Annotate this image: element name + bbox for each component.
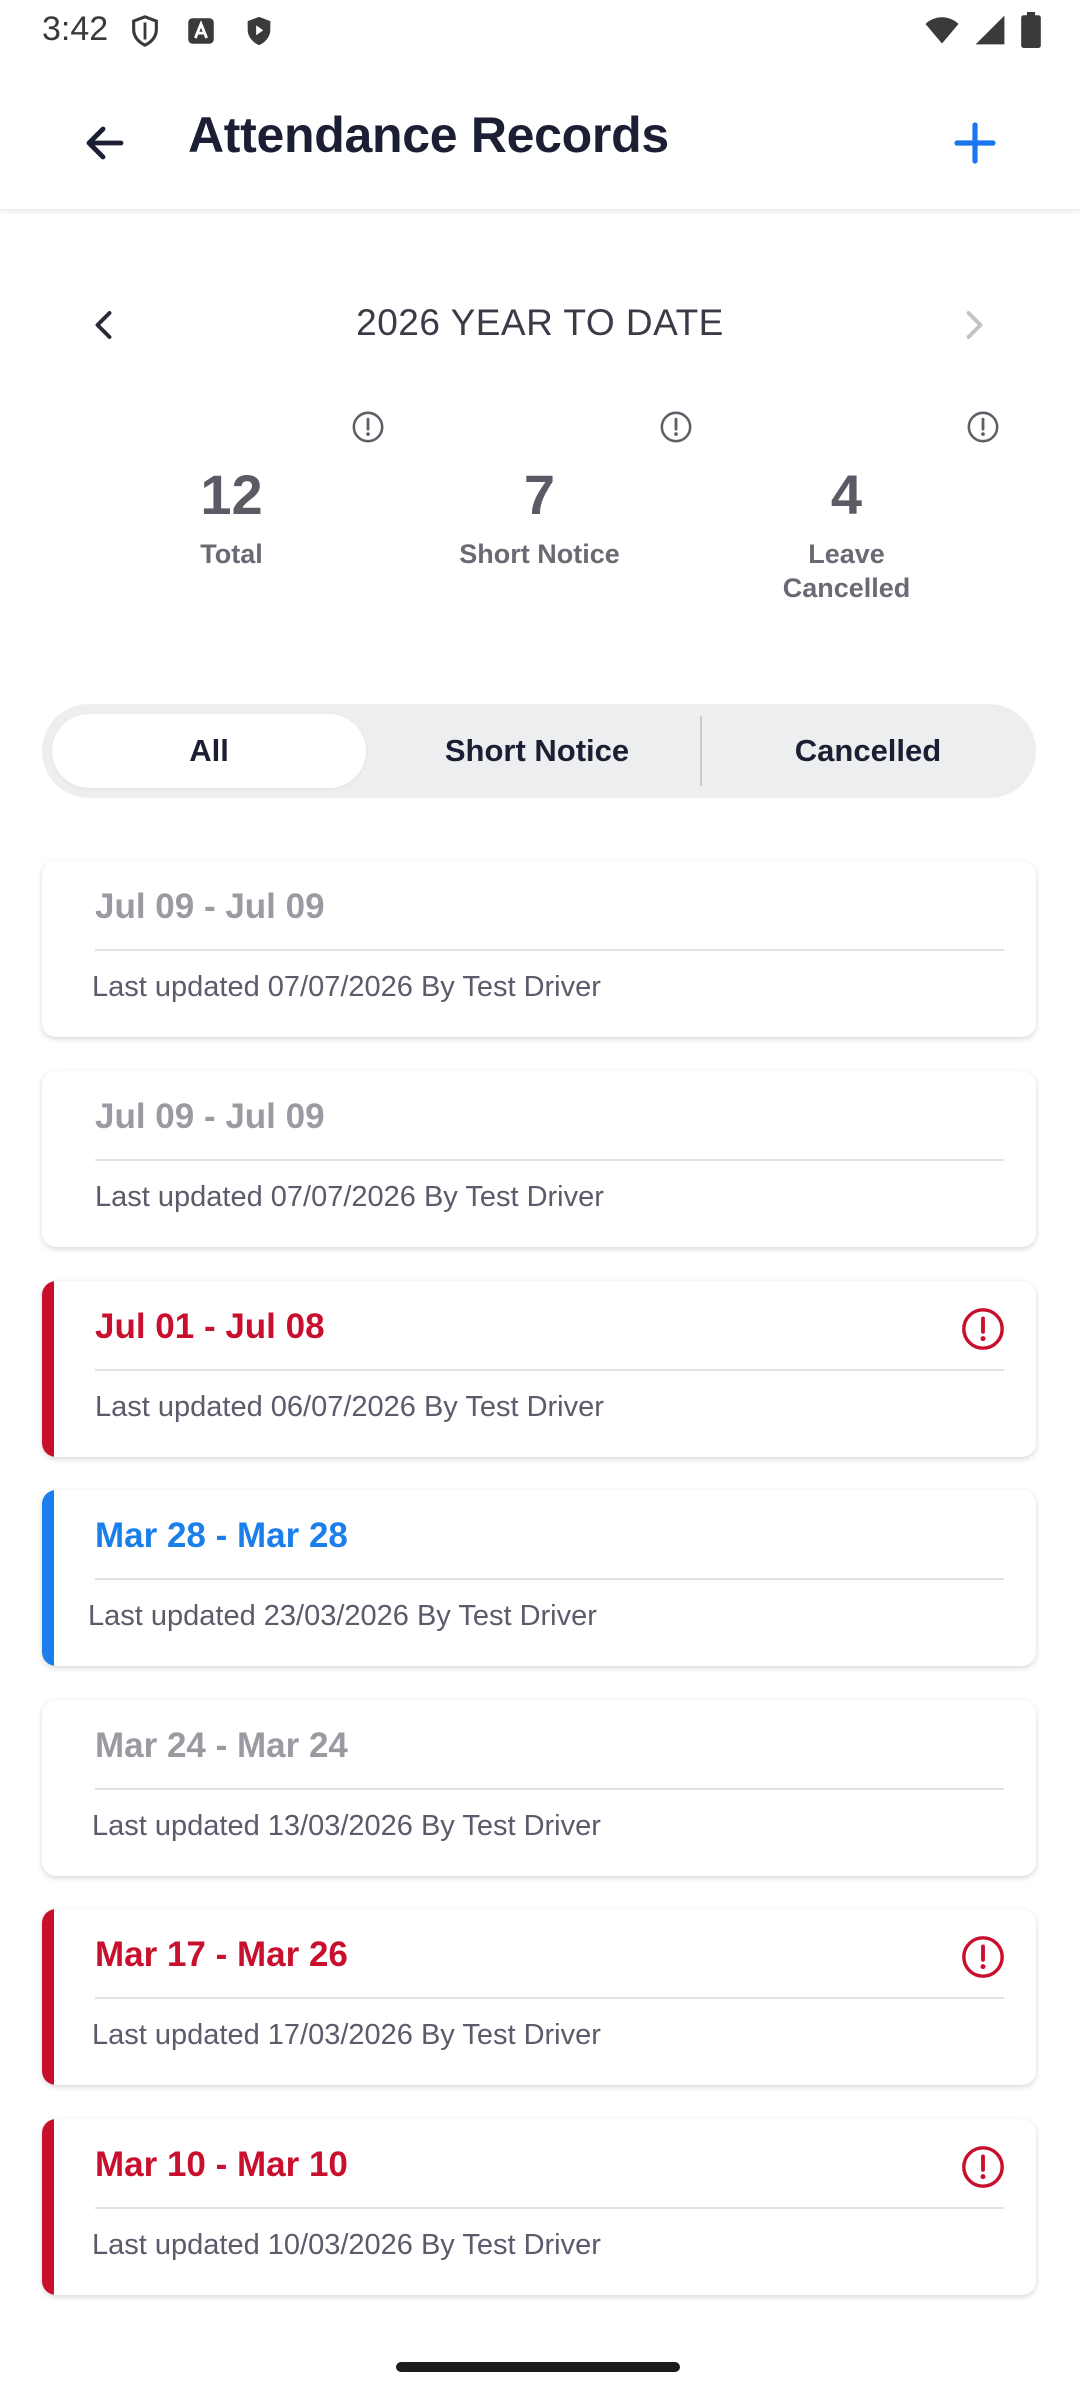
card-accent xyxy=(42,1281,54,1457)
tab-all[interactable]: All xyxy=(52,714,366,788)
app-bar: Attendance Records xyxy=(0,64,1080,210)
next-period-button[interactable] xyxy=(948,300,998,350)
record-date-range: Mar 24 - Mar 24 xyxy=(95,1726,348,1765)
tab-divider xyxy=(700,716,702,786)
status-time: 3:42 xyxy=(42,10,109,48)
record-card[interactable]: Jul 01 - Jul 08 Last updated 06/07/2026 … xyxy=(42,1281,1036,1457)
status-right xyxy=(924,12,1042,48)
divider xyxy=(95,2207,1004,2209)
shield-play-icon xyxy=(247,16,271,46)
page-title: Attendance Records xyxy=(188,107,669,163)
back-button[interactable] xyxy=(70,108,140,178)
divider xyxy=(95,1578,1004,1580)
record-last-updated: Last updated 07/07/2026 By Test Driver xyxy=(95,1181,604,1213)
plus-icon xyxy=(954,122,996,164)
signal-icon xyxy=(975,15,1005,45)
status-bar: 3:42 xyxy=(0,0,1080,64)
record-card[interactable]: Mar 28 - Mar 28 Last updated 23/03/2026 … xyxy=(42,1490,1036,1666)
stat-value: 7 xyxy=(523,463,556,526)
card-accent xyxy=(42,1490,54,1666)
record-card[interactable]: Mar 10 - Mar 10 Last updated 10/03/2026 … xyxy=(42,2119,1036,2295)
record-last-updated: Last updated 13/03/2026 By Test Driver xyxy=(92,1810,601,1842)
record-date-range: Jul 01 - Jul 08 xyxy=(95,1307,325,1346)
stat-total: 12 Total xyxy=(78,410,385,571)
divider xyxy=(95,949,1004,951)
record-card[interactable]: Jul 09 - Jul 09 Last updated 07/07/2026 … xyxy=(42,861,1036,1037)
period-label: 2026 YEAR TO DATE xyxy=(356,302,724,343)
alert-icon xyxy=(962,1308,1004,1350)
record-date-range: Mar 17 - Mar 26 xyxy=(95,1935,348,1974)
tab-cancelled[interactable]: Cancelled xyxy=(710,714,1026,788)
chevron-right-icon xyxy=(966,311,983,339)
stat-short-notice: 7 Short Notice xyxy=(386,410,693,571)
stat-value: 4 xyxy=(830,463,863,526)
divider xyxy=(95,1997,1004,1999)
shield-outline-icon xyxy=(132,15,158,47)
card-accent xyxy=(42,2119,54,2295)
info-icon[interactable] xyxy=(966,410,1000,444)
record-card[interactable]: Mar 17 - Mar 26 Last updated 17/03/2026 … xyxy=(42,1909,1036,2085)
record-last-updated: Last updated 23/03/2026 By Test Driver xyxy=(88,1600,597,1632)
info-icon[interactable] xyxy=(351,410,385,444)
add-record-button[interactable] xyxy=(940,108,1010,178)
record-card[interactable]: Mar 24 - Mar 24 Last updated 13/03/2026 … xyxy=(42,1700,1036,1876)
home-indicator[interactable] xyxy=(396,2362,680,2372)
card-accent xyxy=(42,861,54,1037)
record-last-updated: Last updated 17/03/2026 By Test Driver xyxy=(92,2019,601,2051)
record-last-updated: Last updated 10/03/2026 By Test Driver xyxy=(92,2229,601,2261)
battery-icon xyxy=(1021,12,1041,48)
stat-label: Short Notice xyxy=(459,539,620,569)
card-accent xyxy=(42,1700,54,1876)
arrow-left-icon xyxy=(86,126,124,160)
stat-label: Total xyxy=(200,539,263,569)
stat-value: 12 xyxy=(200,463,263,526)
tab-short-notice[interactable]: Short Notice xyxy=(382,714,692,788)
record-last-updated: Last updated 06/07/2026 By Test Driver xyxy=(95,1391,604,1423)
card-accent xyxy=(42,1909,54,2085)
alert-icon xyxy=(962,2146,1004,2188)
record-last-updated: Last updated 07/07/2026 By Test Driver xyxy=(92,971,601,1003)
alert-icon xyxy=(962,1936,1004,1978)
record-date-range: Mar 28 - Mar 28 xyxy=(95,1516,348,1555)
record-date-range: Mar 10 - Mar 10 xyxy=(95,2145,348,2184)
filter-segmented-control: All Short Notice Cancelled xyxy=(42,704,1036,798)
divider xyxy=(95,1159,1004,1161)
period-selector: 2026 YEAR TO DATE xyxy=(0,290,1080,360)
record-date-range: Jul 09 - Jul 09 xyxy=(95,1097,325,1136)
divider xyxy=(95,1369,1004,1371)
divider xyxy=(95,1788,1004,1790)
card-accent xyxy=(42,1071,54,1247)
info-icon[interactable] xyxy=(659,410,693,444)
record-date-range: Jul 09 - Jul 09 xyxy=(95,887,325,926)
stat-leave-cancelled: 4 Leave Cancelled xyxy=(693,410,1000,605)
record-card[interactable]: Jul 09 - Jul 09 Last updated 07/07/2026 … xyxy=(42,1071,1036,1247)
wifi-icon xyxy=(925,17,959,44)
stat-label: Leave Cancelled xyxy=(782,539,911,603)
text-a-icon xyxy=(188,18,214,44)
